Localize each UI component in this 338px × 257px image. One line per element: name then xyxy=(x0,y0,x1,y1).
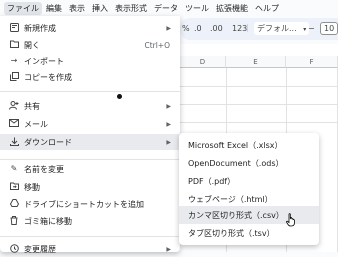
font-size-decrease-button[interactable]: − xyxy=(308,24,315,33)
column-header-e[interactable]: E xyxy=(226,56,286,68)
menu-item-new[interactable]: 新規作成 ▶ xyxy=(0,20,180,36)
menu-help[interactable]: ヘルプ xyxy=(252,2,282,15)
menu-item-rename[interactable]: ✎ 名前を変更 xyxy=(0,161,180,177)
submenu-item-label: タブ区切り形式（.tsv） xyxy=(188,228,275,238)
menu-item-label: ダウンロード xyxy=(24,137,72,147)
menu-item-add-shortcut[interactable]: ドライブにショートカットを追加 xyxy=(0,196,180,212)
menu-item-version-history[interactable]: 変更履歴 ▶ xyxy=(0,241,180,257)
menu-separator xyxy=(0,159,180,160)
menu-item-move-to-trash[interactable]: ゴミ箱に移動 xyxy=(0,213,180,229)
stray-dot xyxy=(117,94,122,99)
submenu-arrow-icon: ▶ xyxy=(166,120,171,128)
menu-view[interactable]: 表示 xyxy=(66,2,88,15)
submenu-arrow-icon: ▶ xyxy=(166,138,171,146)
submenu-arrow-icon: ▶ xyxy=(166,102,171,110)
submenu-item-label: ウェブページ（.html） xyxy=(188,194,273,204)
shortcut-label: Ctrl+O xyxy=(144,40,170,50)
file-menu: 新規作成 ▶ 開く Ctrl+O → インポート コピーを作成 共有 ▶ メール… xyxy=(0,16,180,254)
menu-file[interactable]: ファイル xyxy=(4,1,42,15)
submenu-item-label: カンマ区切り形式（.csv） xyxy=(188,210,284,220)
font-size-input[interactable]: 10 xyxy=(320,22,338,35)
toolbar-divider: | xyxy=(246,23,249,32)
download-submenu: Microsoft Excel（.xlsx） OpenDocument（.ods… xyxy=(179,133,319,245)
font-family-value: デフォル... xyxy=(257,24,297,33)
drive-shortcut-icon xyxy=(9,199,19,209)
trash-icon xyxy=(9,216,19,226)
copy-icon xyxy=(9,72,19,82)
open-folder-icon xyxy=(9,40,19,50)
import-icon: → xyxy=(10,56,18,65)
menu-item-label: 移動 xyxy=(24,182,40,192)
menu-item-email[interactable]: メール ▶ xyxy=(0,116,180,132)
menu-item-label: 新規作成 xyxy=(24,23,56,33)
download-option-tsv[interactable]: タブ区切り形式（.tsv） xyxy=(179,224,319,242)
menu-item-label: 開く xyxy=(24,40,40,50)
menu-item-make-copy[interactable]: コピーを作成 xyxy=(0,69,180,85)
mail-icon xyxy=(9,119,19,129)
menu-format[interactable]: 表示形式 xyxy=(112,2,150,15)
column-header-d[interactable]: D xyxy=(180,56,226,68)
menu-item-download[interactable]: ダウンロード ▶ xyxy=(0,134,180,150)
menu-item-label: コピーを作成 xyxy=(24,72,72,82)
chevron-down-icon: ▾ xyxy=(303,26,307,33)
download-option-xlsx[interactable]: Microsoft Excel（.xlsx） xyxy=(179,136,319,154)
row-gridline xyxy=(180,122,338,123)
rename-pencil-icon: ✎ xyxy=(10,164,18,173)
download-icon xyxy=(9,137,19,147)
font-family-select[interactable]: デフォル... ▾ xyxy=(254,22,310,35)
submenu-item-label: PDF（.pdf） xyxy=(188,176,236,186)
download-option-pdf[interactable]: PDF（.pdf） xyxy=(179,172,319,190)
download-option-csv[interactable]: カンマ区切り形式（.csv） xyxy=(179,206,319,224)
menu-item-label: ドライブにショートカットを追加 xyxy=(24,199,144,209)
menu-edit[interactable]: 編集 xyxy=(43,2,65,15)
menu-item-label: インポート xyxy=(24,56,64,66)
decrease-decimal-button[interactable]: .0 xyxy=(194,24,202,33)
menu-item-move[interactable]: 移動 xyxy=(0,179,180,195)
submenu-arrow-icon: ▶ xyxy=(166,24,171,32)
menu-extensions[interactable]: 拡張機能 xyxy=(213,2,251,15)
menu-tools[interactable]: ツール xyxy=(182,2,212,15)
move-folder-icon xyxy=(9,182,19,192)
share-person-icon xyxy=(9,101,19,111)
row-gridline xyxy=(180,86,338,87)
toolbar: % .0 .00 123 | デフォル... ▾ − 10 xyxy=(180,18,338,40)
number-format-button[interactable]: 123 xyxy=(232,24,247,33)
menu-item-label: 名前を変更 xyxy=(24,164,64,174)
new-icon xyxy=(9,23,19,33)
hand-cursor-icon xyxy=(286,213,295,227)
menu-data[interactable]: データ xyxy=(151,2,181,15)
menu-item-label: 共有 xyxy=(24,101,40,111)
history-icon xyxy=(9,244,19,254)
menu-insert[interactable]: 挿入 xyxy=(89,2,111,15)
menu-separator xyxy=(0,91,180,92)
menu-item-label: ゴミ箱に移動 xyxy=(24,216,72,226)
menu-item-import[interactable]: → インポート xyxy=(0,53,180,69)
menu-item-open[interactable]: 開く Ctrl+O xyxy=(0,37,180,53)
submenu-arrow-icon: ▶ xyxy=(166,245,171,253)
row-gridline xyxy=(180,104,338,105)
menu-bar: ファイル 編集 表示 挿入 表示形式 データ ツール 拡張機能 ヘルプ xyxy=(0,0,338,16)
percent-format-button[interactable]: % xyxy=(182,24,190,33)
menu-item-label: 変更履歴 xyxy=(24,244,56,254)
submenu-item-label: Microsoft Excel（.xlsx） xyxy=(188,140,283,150)
submenu-item-label: OpenDocument（.ods） xyxy=(188,158,284,168)
download-option-ods[interactable]: OpenDocument（.ods） xyxy=(179,154,319,172)
increase-decimal-button[interactable]: .00 xyxy=(210,24,223,33)
menu-separator xyxy=(0,236,180,237)
menu-item-share[interactable]: 共有 ▶ xyxy=(0,98,180,114)
column-header-f[interactable]: F xyxy=(286,56,338,68)
menu-item-label: メール xyxy=(24,119,48,129)
